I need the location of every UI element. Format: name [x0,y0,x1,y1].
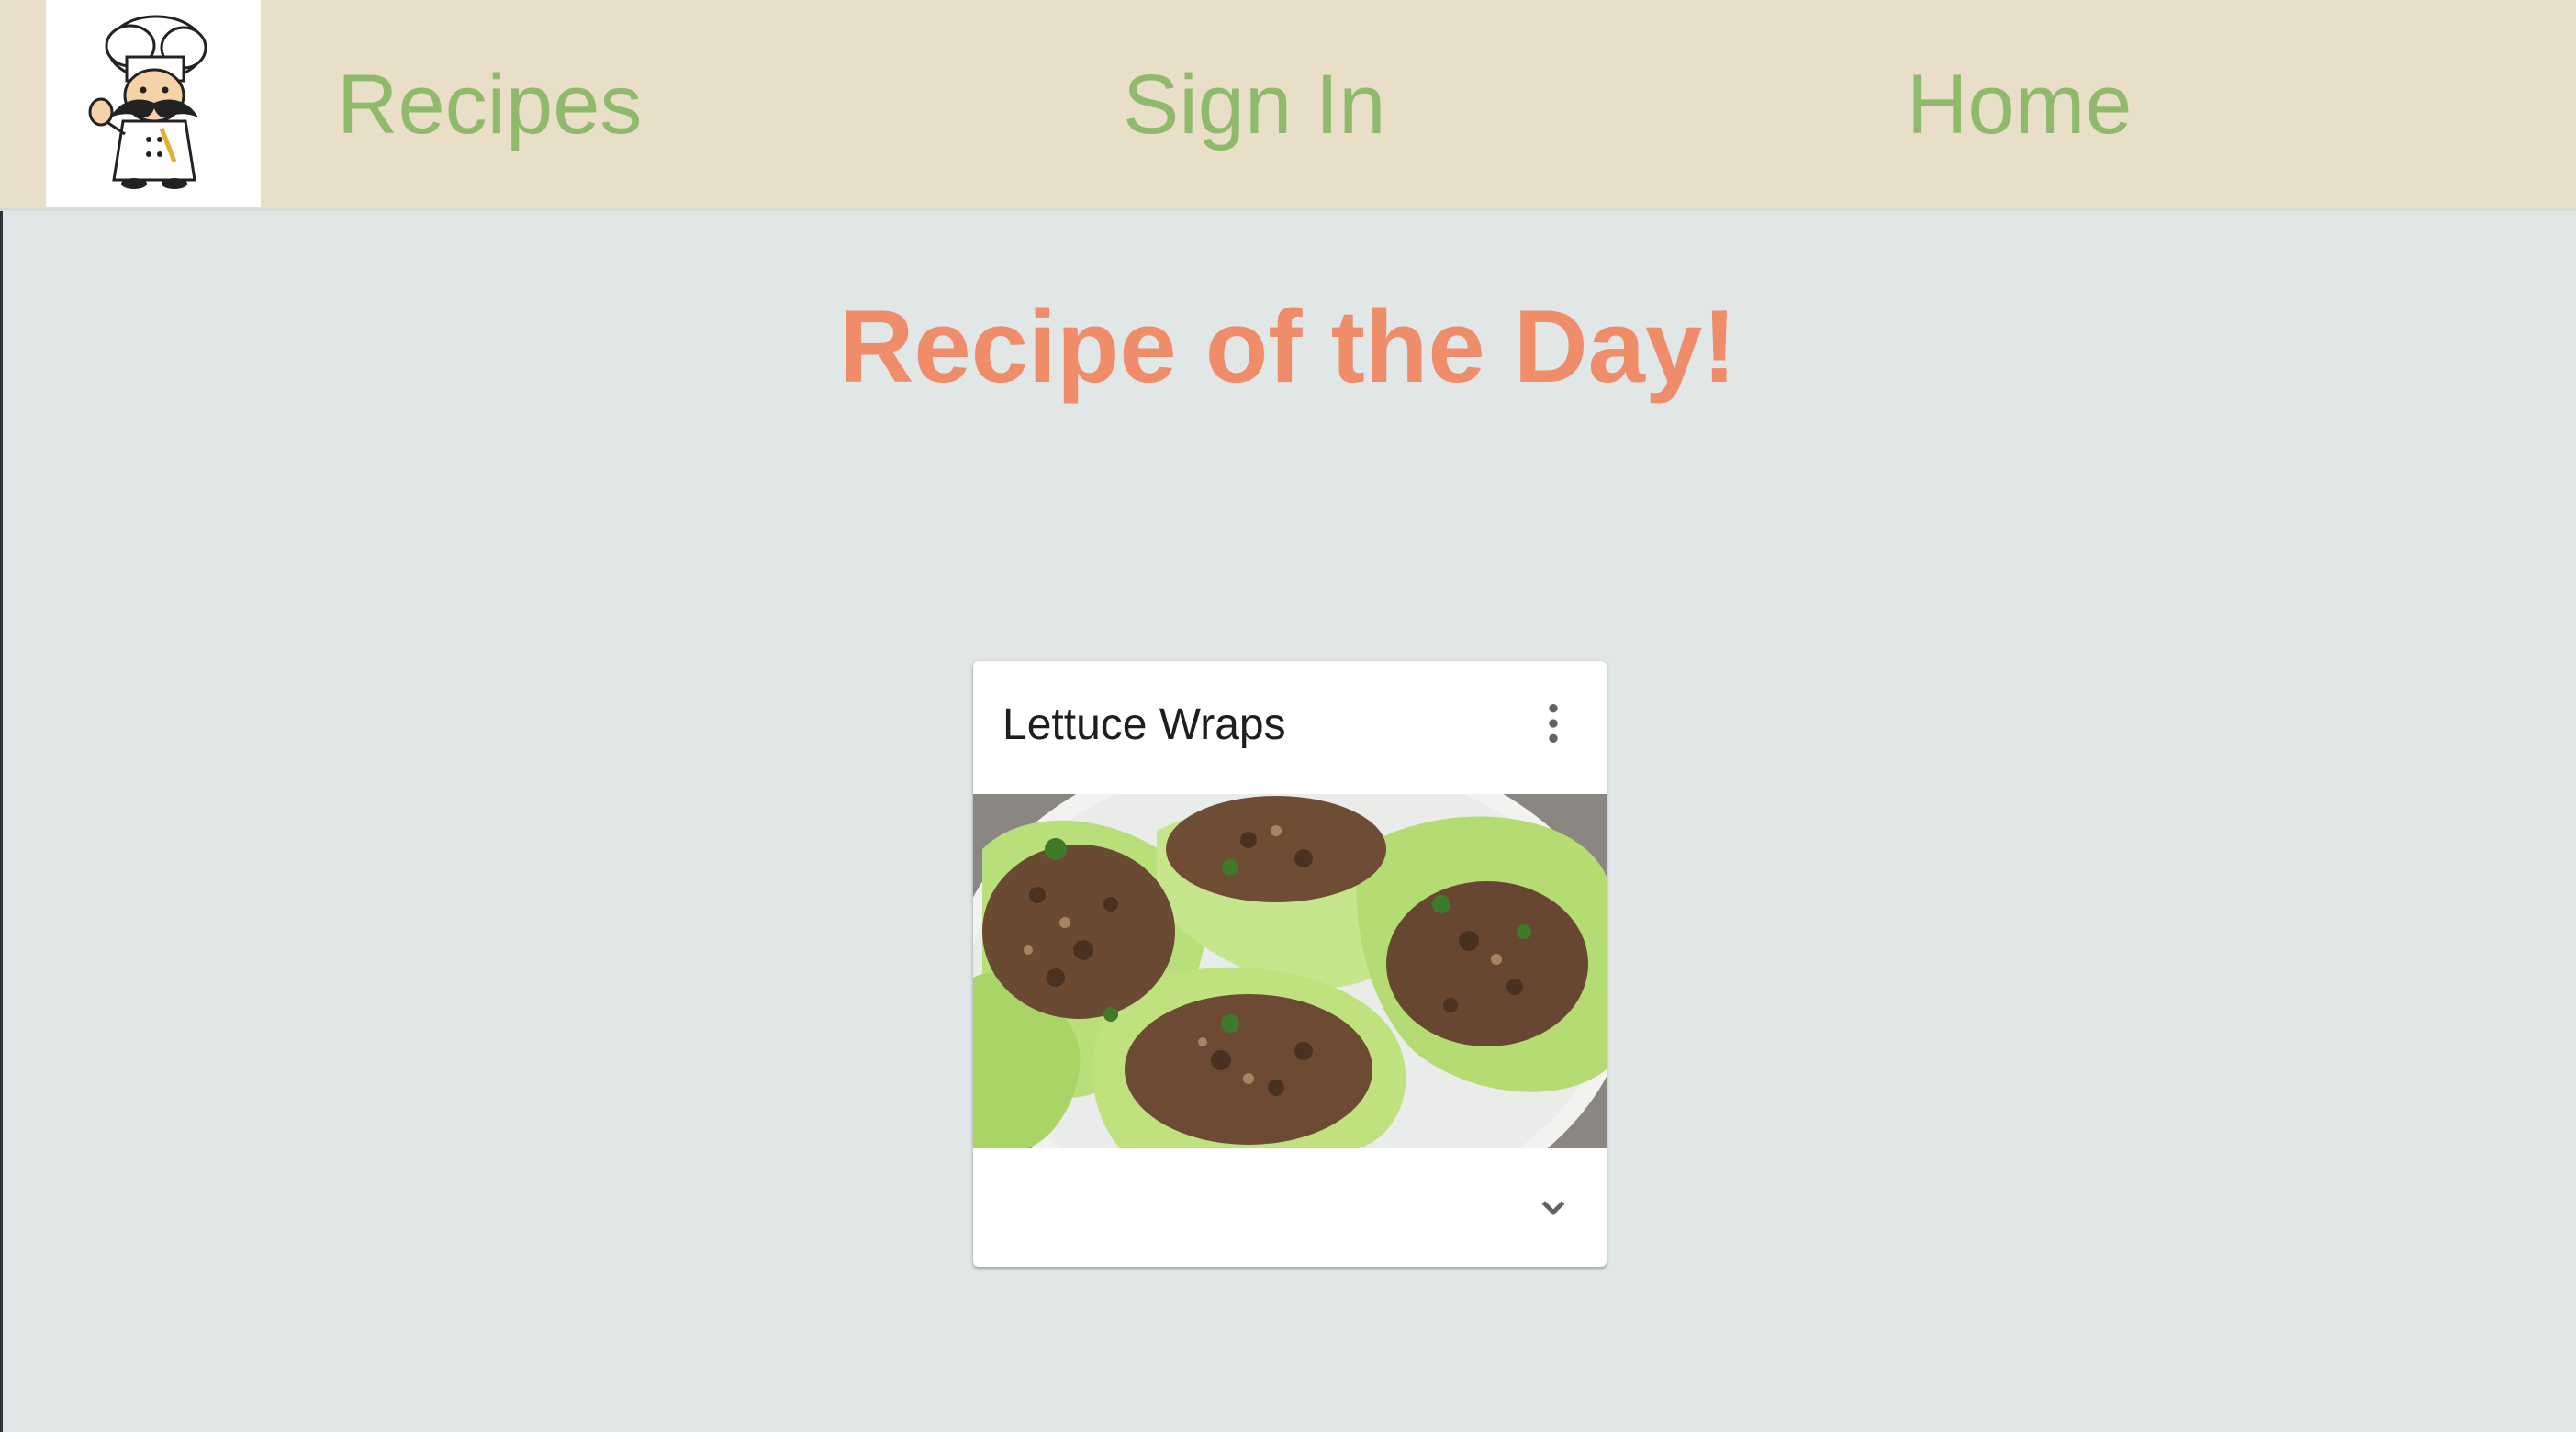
window-edge [0,0,3,1432]
lettuce-wraps-photo [973,794,1607,1148]
top-navbar: Recipes Sign In Home [0,0,2576,211]
chevron-down-icon [1541,1201,1565,1215]
chef-mascot-icon [88,15,207,189]
recipe-card: Lettuce Wraps [973,661,1607,1267]
page-title: Recipe of the Day! [839,289,1737,404]
nav-home-link[interactable]: Home [1907,53,2132,156]
nav-recipes-link[interactable]: Recipes [337,53,642,156]
recipe-image [973,794,1607,1148]
card-expand-button[interactable] [1528,1182,1579,1234]
recipe-card-title: Lettuce Wraps [1002,700,1286,749]
nav-sign-in-link[interactable]: Sign In [1123,53,1385,156]
more-vert-icon [1549,704,1558,743]
chef-logo[interactable] [46,0,261,207]
card-menu-button[interactable] [1528,698,1579,749]
